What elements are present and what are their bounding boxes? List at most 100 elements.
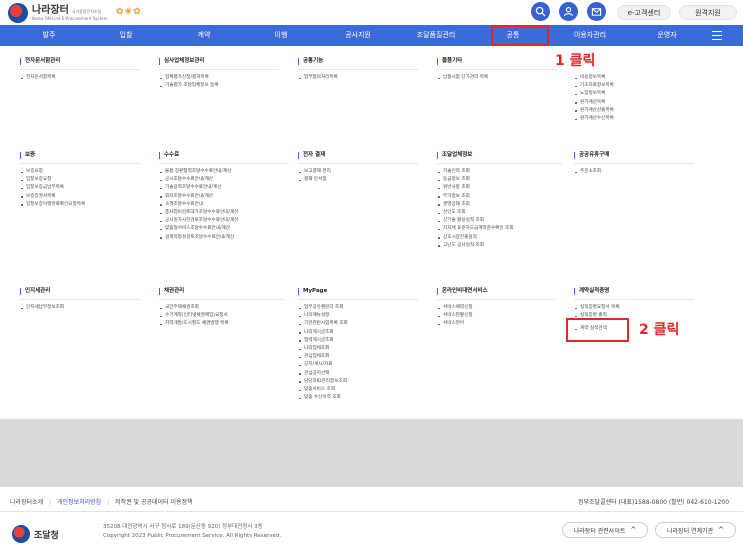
menu-item[interactable]: 입찰보증이행완료확인요청목록 (20, 201, 140, 209)
related-sites-button[interactable]: 나라장터 관련사이트 ^ (562, 522, 648, 538)
menu-item[interactable]: 외자조달수수료안내/계산 (159, 193, 289, 201)
menu-item[interactable]: 부가정보 조회 (437, 193, 562, 201)
menu-item[interactable]: 서비스현황신청 (437, 312, 557, 320)
menu-item[interactable]: 고난도 공사실적 조회 (437, 242, 562, 250)
menu-item[interactable]: 공사원가사전검토조달수수료안내/계산 (159, 217, 289, 225)
menu-item[interactable]: 기초자료정보목록 (574, 82, 694, 90)
site-logo[interactable]: 나라장터 국가종합전자조달 Korea ON-Line E-Procuremen… (8, 3, 108, 23)
footer-address: 35208 대전광역시 서구 청사로 189(둔산동 920) 정부대전청사 3… (103, 524, 263, 530)
footer-copyright: Copyright 2023 Public Procurement Servic… (103, 533, 282, 539)
menu-item[interactable]: 관심공지선택 (298, 370, 418, 378)
menu-col-vendor-info: 조달업체정보 기술인력 조회 등급정보 조회 위반사항 조회 부가정보 조회 경… (437, 152, 562, 250)
menu-item[interactable]: 총사업비검토대가조달수수료안내/계산 (159, 209, 289, 217)
menu-col-goods-etc: 물품기타 납품시험 단가관리 목록 (437, 58, 557, 82)
footer-link-privacy[interactable]: 개인정보처리방침 (57, 499, 101, 506)
menu-item[interactable]: 국민주택채권조회 (159, 304, 284, 312)
mega-menu: 전자문서함관리 전자문서함목록 심사업체정보관리 업체평가신청/결과목록 기술평… (0, 46, 743, 419)
menu-item[interactable]: 경영상태 조회 (437, 201, 562, 209)
menu-item[interactable]: 맞춤형서비스조달수수료안내/계산 (159, 225, 289, 233)
footer-link-about[interactable]: 나라장터소개 (10, 499, 43, 506)
footer-logo-text: 조달청 (34, 530, 59, 541)
menu-col-mypage: MyPage 업무공유캘린더 조회 나의메뉴설정 기관관련사업목록 조회 나의계… (298, 288, 418, 402)
col-title: 공공유휴구매 (574, 152, 694, 159)
nav-contract[interactable]: 계약 (198, 25, 211, 46)
footer-address-block: 35208 대전광역시 서구 청사로 189(둔산동 920) 정부대전청사 3… (103, 523, 281, 541)
menu-col-approval: 전자 결재 보고결재 관리 결재 문서함 (298, 152, 418, 184)
menu-item[interactable]: 수기계약(인터넷채권매입)요청서 (159, 312, 284, 320)
menu-item[interactable]: 업무공유캘린더 조회 (298, 304, 418, 312)
menu-item[interactable]: 등급정보 조회 (437, 176, 562, 184)
menu-item[interactable]: 기술용역조달수수료안내/계산 (159, 184, 289, 192)
menu-item[interactable]: 인지세납부정보조회 (20, 304, 140, 312)
logo-title: 나라장터 (32, 4, 69, 16)
menu-item[interactable]: 지자체 표준하도급계약준수확인 조회 (437, 225, 562, 233)
menu-item[interactable]: 협력계시글조회 (298, 337, 418, 345)
menu-item[interactable]: 나의메뉴설정 (298, 312, 418, 320)
nav-order[interactable]: 발주 (43, 25, 56, 46)
menu-item[interactable]: 신기술 활용실적 조회 (437, 217, 562, 225)
menu-item[interactable]: 원가계산목록 (574, 99, 694, 107)
col-title: 수수료 (159, 152, 289, 159)
remote-support-button[interactable]: 원격지원 (679, 5, 737, 20)
menu-col-common-func: 공통기능 업무협의처리목록 (298, 58, 418, 82)
menu-item[interactable]: 보증증권서목록 (20, 193, 140, 201)
menu-item[interactable]: 물품 장판형역조달수수료안내/계산 (159, 168, 289, 176)
menu-item[interactable]: 결재 문서함 (298, 176, 418, 184)
menu-item[interactable]: 노임정보목록 (574, 90, 694, 98)
menu-item[interactable]: 보고결재 관리 (298, 168, 418, 176)
menu-item[interactable]: 서비스예약신청 (437, 304, 557, 312)
nav-quality-management[interactable]: 조달품질관리 (417, 25, 456, 46)
menu-item[interactable]: 서비스현어 (437, 320, 557, 328)
nav-bid[interactable]: 입찰 (120, 25, 133, 46)
e-customer-center-button[interactable]: e-고객센터 (617, 5, 671, 20)
nav-construction-support[interactable]: 공사지원 (345, 25, 371, 46)
menu-col-fee: 수수료 물품 장판형역조달수수료안내/계산 공사조달수수료안내/계산 기술용역조… (159, 152, 289, 242)
user-icon[interactable] (559, 2, 578, 21)
menu-item[interactable]: 지역개발/도시철도 채권발행 목록 (159, 320, 284, 328)
menu-item[interactable]: 입찰보증요청 (20, 176, 140, 184)
menu-item[interactable]: 원가계산수신목록 (574, 115, 694, 123)
menu-item[interactable]: 기관관련사업목록 조회 (298, 320, 418, 328)
nav-user-management[interactable]: 이용자관리 (574, 25, 606, 46)
menu-item[interactable]: 나의계시글조회 (298, 329, 418, 337)
menu-item[interactable]: 원가계산산출목록 (574, 107, 694, 115)
col-title: 인지세관리 (20, 288, 140, 295)
mailbox-icon[interactable] (587, 2, 606, 21)
menu-item[interactable]: 소액조달수수료안내 (159, 201, 289, 209)
nav-operator[interactable]: 운영자 (657, 25, 676, 46)
menu-item[interactable]: 업체평가신청/결과목록 (159, 74, 279, 82)
menu-item[interactable]: 위반사항 조회 (437, 184, 562, 192)
menu-item[interactable]: 나의업체조회 (298, 345, 418, 353)
linked-agencies-button[interactable]: 나라장터 연계기관 ^ (655, 522, 736, 538)
menu-item[interactable]: 상호시장진출실적 (437, 234, 562, 242)
menu-item[interactable]: 설계적정성검토조달수수료안내/계산 (159, 234, 289, 242)
menu-item[interactable]: 기술인력 조회 (437, 168, 562, 176)
menu-item[interactable]: 실적증명요청서 목록 (574, 304, 694, 312)
menu-item[interactable]: 관심업체조회 (298, 353, 418, 361)
menu-item[interactable]: 담당자ID관리정보조회 (298, 378, 418, 386)
footer-link-copyright-policy[interactable]: 저작권 및 공공데이터 이용정책 (115, 499, 192, 506)
menu-item[interactable]: 비용정보목록 (574, 74, 694, 82)
menu-item[interactable]: 납품시험 단가관리 목록 (437, 74, 557, 82)
menu-item[interactable]: 맞춤서비스 조회 (298, 386, 418, 394)
footer-logo: 조달청 (12, 525, 59, 543)
nav-fulfillment[interactable]: 이행 (275, 25, 288, 46)
menu-item[interactable]: 입찰보증금납부목록 (20, 184, 140, 192)
menu-item[interactable]: 주문소조회 (574, 168, 694, 176)
menu-item[interactable]: 보증요청 (20, 168, 140, 176)
search-icon[interactable] (531, 2, 550, 21)
menu-item[interactable]: 기술평가 조달업체정보 등록 (159, 82, 279, 90)
main-nav: 발주 입찰 계약 이행 공사지원 조달품질관리 공통 이용자관리 운영자 (0, 25, 743, 46)
menu-item[interactable]: 업무협의처리목록 (298, 74, 418, 82)
menu-item[interactable]: 전자문서함목록 (20, 74, 140, 82)
col-title: 보증 (20, 152, 140, 159)
menu-col-review: 심사업체정보관리 업체평가신청/결과목록 기술평가 조달업체정보 등록 (159, 58, 279, 90)
menu-item[interactable]: 공사조달수수료안내/계산 (159, 176, 289, 184)
menu-item[interactable]: 신인도 조회 (437, 209, 562, 217)
hamburger-menu-icon[interactable] (712, 31, 722, 40)
menu-col-guarantee: 보증 보증요청 입찰보증요청 입찰보증금납부목록 보증증권서목록 입찰보증이행완… (20, 152, 140, 209)
menu-col-public-purchase: 공공유휴구매 주문소조회 (574, 152, 694, 176)
menu-item[interactable]: 공지/게시/자료 (298, 361, 418, 369)
menu-item[interactable]: 맞춤 수신이력 조회 (298, 394, 418, 402)
col-title: 심사업체정보관리 (159, 58, 279, 65)
